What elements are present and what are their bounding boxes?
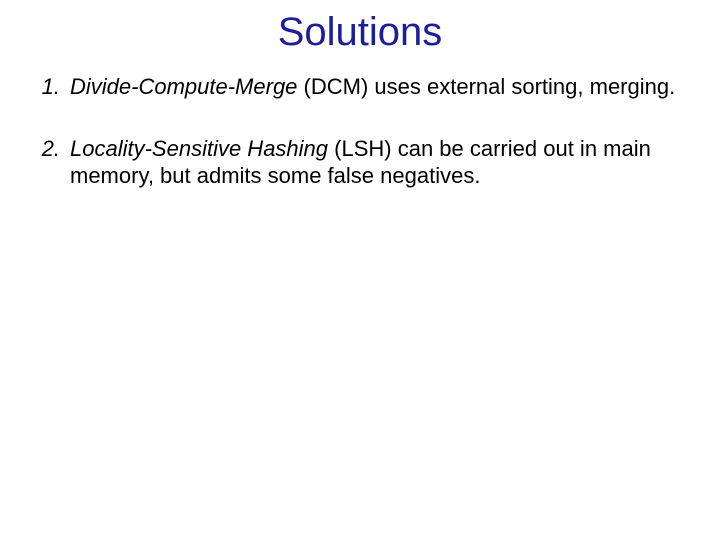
list-number: 1. xyxy=(28,73,70,101)
term: Divide-Compute-Merge xyxy=(70,74,297,99)
list-number: 2. xyxy=(28,135,70,190)
bullet-list: 1. Divide-Compute-Merge (DCM) uses exter… xyxy=(0,73,720,190)
list-body: Locality-Sensitive Hashing (LSH) can be … xyxy=(70,135,680,190)
term: Locality-Sensitive Hashing xyxy=(70,136,328,161)
list-body: Divide-Compute-Merge (DCM) uses external… xyxy=(70,73,680,101)
slide-title: Solutions xyxy=(0,0,720,55)
rest-text: (DCM) uses external sorting, merging. xyxy=(297,74,675,99)
list-item: 1. Divide-Compute-Merge (DCM) uses exter… xyxy=(28,73,680,101)
slide: Solutions 1. Divide-Compute-Merge (DCM) … xyxy=(0,0,720,540)
list-item: 2. Locality-Sensitive Hashing (LSH) can … xyxy=(28,135,680,190)
